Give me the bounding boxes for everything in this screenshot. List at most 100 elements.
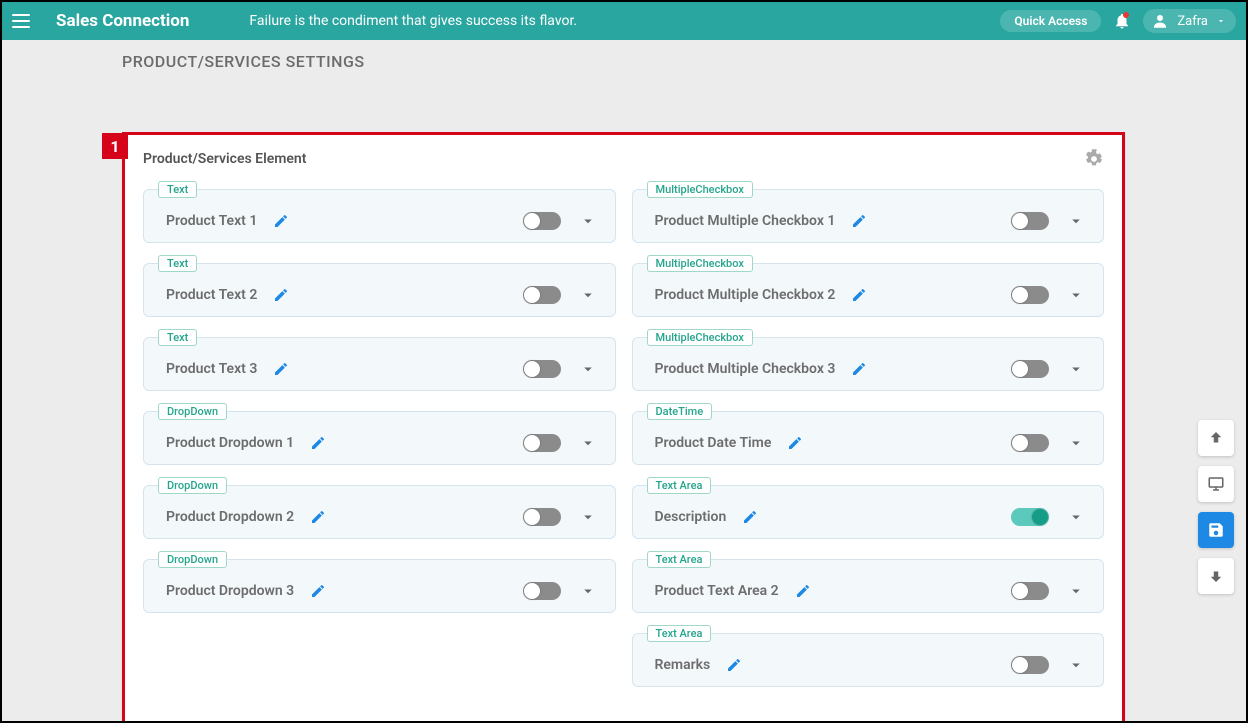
element-actions xyxy=(1011,434,1091,452)
element-actions xyxy=(523,286,603,304)
element-card: Text AreaRemarks xyxy=(632,633,1105,687)
chevron-down-icon[interactable] xyxy=(1067,434,1085,452)
enable-toggle[interactable] xyxy=(1011,508,1049,526)
element-card: Text AreaDescription xyxy=(632,485,1105,539)
move-down-button[interactable] xyxy=(1198,558,1234,594)
element-body: Description xyxy=(645,508,1092,526)
element-type-chip: Text xyxy=(158,329,197,346)
element-type-chip: DropDown xyxy=(158,551,227,568)
user-menu[interactable]: Zafra xyxy=(1143,9,1236,33)
element-body: Product Text 3 xyxy=(156,360,603,378)
edit-icon[interactable] xyxy=(742,509,758,525)
element-actions xyxy=(523,582,603,600)
edit-icon[interactable] xyxy=(851,213,867,229)
element-body: Product Date Time xyxy=(645,434,1092,452)
element-body: Product Multiple Checkbox 3 xyxy=(645,360,1092,378)
element-card: MultipleCheckboxProduct Multiple Checkbo… xyxy=(632,263,1105,317)
edit-icon[interactable] xyxy=(795,583,811,599)
enable-toggle[interactable] xyxy=(1011,286,1049,304)
enable-toggle[interactable] xyxy=(1011,582,1049,600)
chevron-down-icon xyxy=(1216,16,1226,26)
edit-icon[interactable] xyxy=(851,287,867,303)
chevron-down-icon[interactable] xyxy=(579,286,597,304)
quick-access-button[interactable]: Quick Access xyxy=(1000,10,1101,32)
chevron-down-icon[interactable] xyxy=(579,360,597,378)
element-type-chip: Text Area xyxy=(647,625,712,642)
element-label: Product Dropdown 1 xyxy=(156,435,294,451)
element-body: Product Dropdown 1 xyxy=(156,434,603,452)
edit-icon[interactable] xyxy=(787,435,803,451)
element-label: Product Text 2 xyxy=(156,287,257,303)
element-actions xyxy=(1011,360,1091,378)
element-actions xyxy=(523,508,603,526)
element-type-chip: Text Area xyxy=(647,551,712,568)
chevron-down-icon[interactable] xyxy=(579,212,597,230)
element-card: DropDownProduct Dropdown 1 xyxy=(143,411,616,465)
enable-toggle[interactable] xyxy=(1011,212,1049,230)
chevron-down-icon[interactable] xyxy=(579,582,597,600)
element-card: TextProduct Text 1 xyxy=(143,189,616,243)
left-column: TextProduct Text 1TextProduct Text 2Text… xyxy=(143,181,616,687)
enable-toggle[interactable] xyxy=(1011,434,1049,452)
edit-icon[interactable] xyxy=(273,213,289,229)
menu-icon[interactable] xyxy=(12,9,36,33)
page-title: PRODUCT/SERVICES SETTINGS xyxy=(2,52,1246,71)
enable-toggle[interactable] xyxy=(523,508,561,526)
element-type-chip: DateTime xyxy=(647,403,713,420)
gear-icon[interactable] xyxy=(1084,149,1104,169)
edit-icon[interactable] xyxy=(310,435,326,451)
chevron-down-icon[interactable] xyxy=(579,508,597,526)
top-bar: Sales Connection Failure is the condimen… xyxy=(2,2,1246,40)
enable-toggle[interactable] xyxy=(523,582,561,600)
callout-badge-1: 1 xyxy=(102,133,128,159)
enable-toggle[interactable] xyxy=(523,360,561,378)
enable-toggle[interactable] xyxy=(1011,656,1049,674)
notifications-icon[interactable] xyxy=(1113,12,1131,30)
side-actions xyxy=(1198,420,1234,594)
element-actions xyxy=(1011,582,1091,600)
element-label: Product Dropdown 2 xyxy=(156,509,294,525)
element-body: Product Text 2 xyxy=(156,286,603,304)
element-label: Product Text 3 xyxy=(156,361,257,377)
right-column: MultipleCheckbox Product Multiple Checkbo… xyxy=(632,181,1105,687)
element-actions xyxy=(523,434,603,452)
chevron-down-icon[interactable] xyxy=(1067,286,1085,304)
edit-icon[interactable] xyxy=(310,583,326,599)
edit-icon[interactable] xyxy=(726,657,742,673)
enable-toggle[interactable] xyxy=(523,286,561,304)
element-card: DateTimeProduct Date Time xyxy=(632,411,1105,465)
desktop-view-button[interactable] xyxy=(1198,466,1234,502)
element-card: DropDownProduct Dropdown 3 xyxy=(143,559,616,613)
edit-icon[interactable] xyxy=(273,287,289,303)
element-body: Product Dropdown 3 xyxy=(156,582,603,600)
element-label: Description xyxy=(645,509,727,525)
user-name: Zafra xyxy=(1177,14,1208,29)
edit-icon[interactable] xyxy=(273,361,289,377)
element-label: Product Dropdown 3 xyxy=(156,583,294,599)
edit-icon[interactable] xyxy=(851,361,867,377)
element-label: Product Text Area 2 xyxy=(645,583,779,599)
move-up-button[interactable] xyxy=(1198,420,1234,456)
chevron-down-icon[interactable] xyxy=(1067,508,1085,526)
enable-toggle[interactable] xyxy=(1011,360,1049,378)
chevron-down-icon[interactable] xyxy=(1067,656,1085,674)
element-actions xyxy=(1011,286,1091,304)
element-actions xyxy=(523,212,603,230)
edit-icon[interactable] xyxy=(310,509,326,525)
element-label: Product Multiple Checkbox 2 xyxy=(645,287,836,303)
chevron-down-icon[interactable] xyxy=(1067,582,1085,600)
element-body: Product Multiple Checkbox 1 xyxy=(645,212,1092,230)
element-actions xyxy=(1011,656,1091,674)
chevron-down-icon[interactable] xyxy=(1067,212,1085,230)
enable-toggle[interactable] xyxy=(523,434,561,452)
element-type-chip: MultipleCheckbox xyxy=(647,181,753,198)
element-card: TextProduct Text 3 xyxy=(143,337,616,391)
element-type-chip: DropDown xyxy=(158,403,227,420)
page-body: PRODUCT/SERVICES SETTINGS 1 Product/Serv… xyxy=(2,40,1246,721)
enable-toggle[interactable] xyxy=(523,212,561,230)
chevron-down-icon[interactable] xyxy=(579,434,597,452)
element-card: TextProduct Text 2 xyxy=(143,263,616,317)
save-button[interactable] xyxy=(1198,512,1234,548)
element-label: Product Multiple Checkbox 3 xyxy=(645,361,836,377)
chevron-down-icon[interactable] xyxy=(1067,360,1085,378)
